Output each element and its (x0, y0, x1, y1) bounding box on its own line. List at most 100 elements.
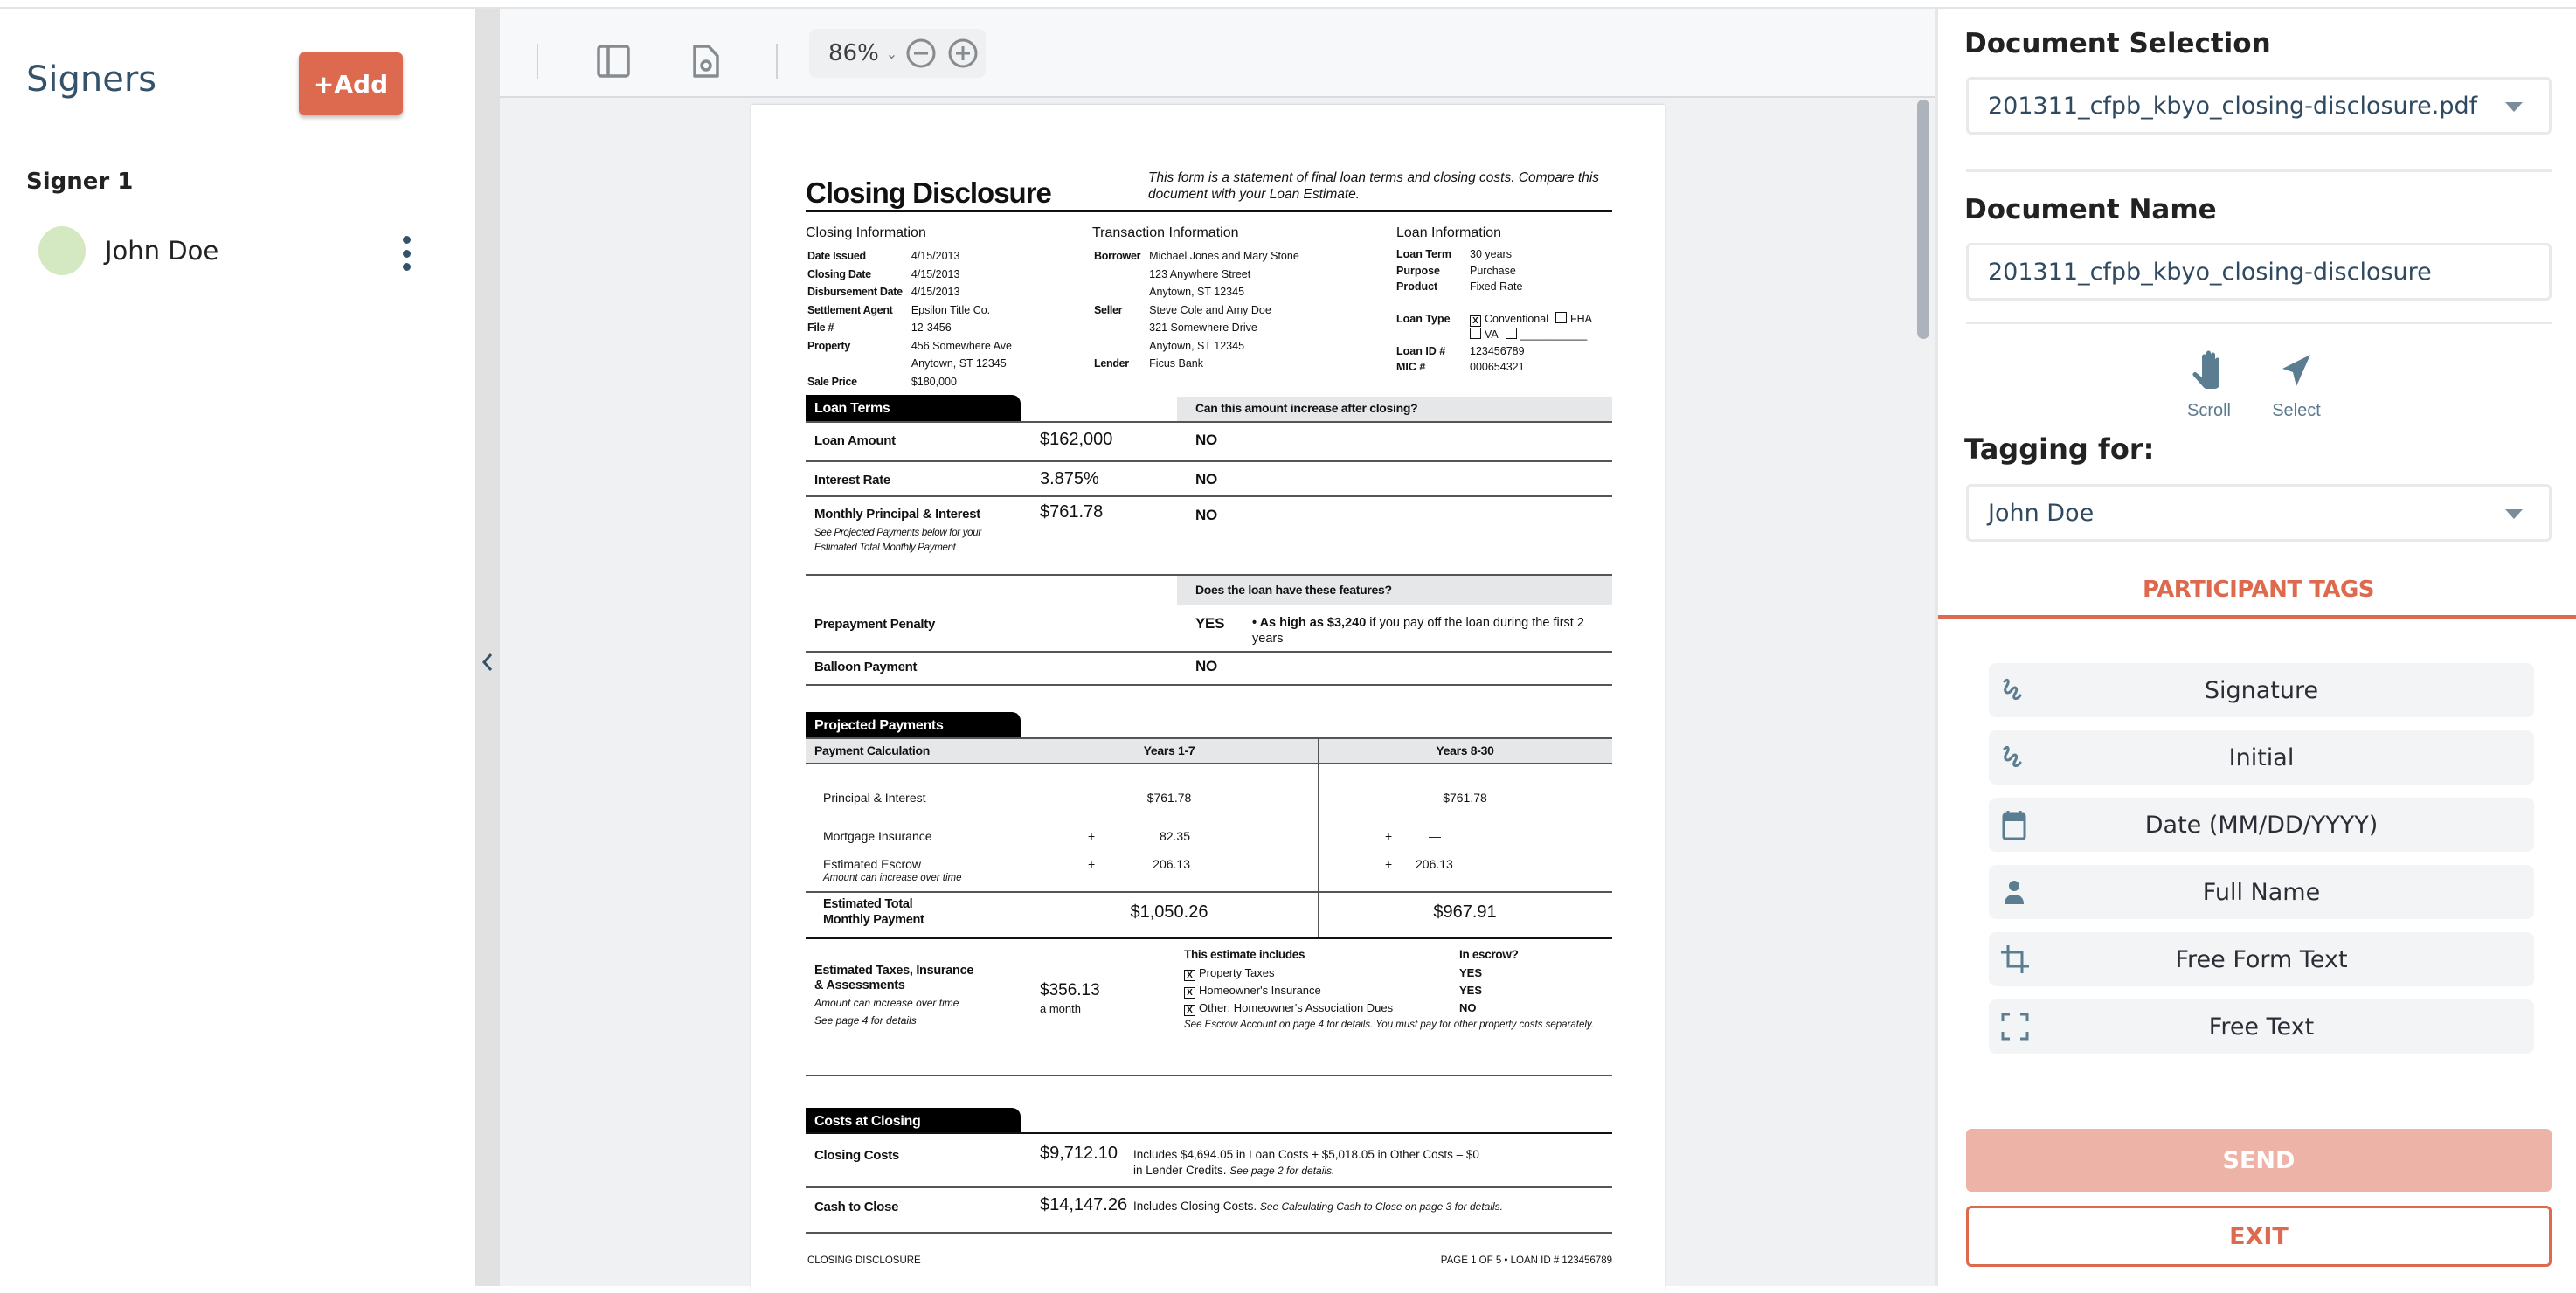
info-row: Anytown, ST 12345 (807, 356, 1012, 372)
balloon-answer: NO (1195, 658, 1217, 674)
dropdown-caret-icon (2505, 102, 2523, 112)
tag-full-name[interactable]: Full Name (1989, 865, 2534, 919)
info-key (1094, 284, 1147, 301)
interest-rate-label: Interest Rate (814, 473, 890, 487)
checkbox-icon (1470, 328, 1481, 339)
exit-button[interactable]: EXIT (1966, 1206, 2552, 1267)
mi-value-2: — (1429, 829, 1441, 843)
document-name-input[interactable]: 201311_cfpb_kbyo_closing-disclosure (1966, 243, 2552, 301)
info-row: Sale Price $180,000 (807, 374, 1012, 391)
chevron-down-icon: ⌄ (885, 45, 898, 62)
in-escrow-value: YES (1459, 984, 1483, 997)
document-settings-icon[interactable] (687, 42, 725, 80)
info-value: Ficus Bank (1149, 357, 1204, 370)
participant-tags-tab[interactable]: PARTICIPANT TAGS (1938, 577, 2576, 603)
tag-initial[interactable]: Initial (1989, 730, 2534, 785)
cash-to-close-value: $14,147.26 (1040, 1195, 1128, 1214)
loan-type-option: FHA (1555, 311, 1592, 325)
zoom-out-icon[interactable] (905, 38, 937, 69)
includes-item-label: Other: Homeowner's Association Dues (1199, 1001, 1394, 1014)
rule (806, 937, 1612, 939)
title-rule (806, 210, 1612, 212)
product-key: Product (1396, 280, 1438, 293)
monthly-pi-label: Monthly Principal & Interest (814, 507, 980, 522)
crop-icon (2001, 945, 2029, 973)
tag-label: Free Text (2208, 1013, 2315, 1041)
zoom-select[interactable]: 86% ⌄ (828, 40, 897, 66)
select-mode-button[interactable]: Select (2261, 349, 2331, 421)
pi-label: Principal & Interest (823, 791, 926, 805)
info-key (1094, 266, 1147, 283)
initial-icon (2003, 745, 2022, 768)
escrow-label: Estimated Escrow (823, 857, 922, 871)
tag-date[interactable]: Date (MM/DD/YYYY) (1989, 798, 2534, 852)
viewer-scrollbar[interactable] (1917, 100, 1929, 339)
escrow-value-2: 206.13 (1416, 857, 1453, 871)
loan-amount-value: $162,000 (1040, 430, 1113, 449)
info-key: Seller (1094, 303, 1123, 316)
rule (806, 1232, 1612, 1234)
prepayment-detail-bold: • As high as $3,240 (1252, 616, 1367, 630)
more-options-icon[interactable] (400, 236, 412, 271)
info-row: Anytown, ST 12345 (1094, 338, 1299, 355)
loan-type-key: Loan Type (1396, 312, 1451, 325)
plus-sign: + (1385, 857, 1393, 871)
info-value: 4/15/2013 (911, 250, 960, 262)
checkbox-icon (1505, 328, 1517, 339)
includes-note: See Escrow Account on page 4 for details… (1184, 1020, 1594, 1030)
tagging-for-select[interactable]: John Doe (1966, 484, 2552, 542)
prepayment-detail: • As high as $3,240 if you pay off the l… (1252, 615, 1610, 646)
info-value: 456 Somewhere Ave (911, 339, 1012, 352)
monthly-pi-note: See Projected Payments below for your Es… (814, 528, 981, 553)
zoom-in-icon[interactable] (947, 38, 979, 69)
send-button[interactable]: SEND (1966, 1129, 2552, 1192)
select-mode-label: Select (2272, 401, 2321, 420)
chevron-left-icon[interactable] (475, 636, 500, 688)
zoom-controls: 86% ⌄ (809, 29, 986, 78)
tag-free-form-text[interactable]: Free Form Text (1989, 932, 2534, 986)
pdf-viewer: 86% ⌄ Closing Disclosure This form is a s… (500, 9, 1935, 1293)
loan-id-value: 123456789 (1470, 344, 1525, 357)
purpose-key: Purpose (1396, 264, 1441, 277)
app: Signers +Add Signer 1 John Doe 86% ⌄ Clo… (0, 0, 2576, 1293)
dropdown-caret-icon (2505, 509, 2523, 519)
tag-signature[interactable]: Signature (1989, 663, 2534, 717)
info-key: Disbursement Date (807, 286, 903, 298)
total-label-2: Monthly Payment (823, 913, 924, 927)
tag-free-text[interactable]: Free Text (1989, 999, 2534, 1054)
document-select-value: 201311_cfpb_kbyo_closing-disclosure.pdf (1988, 92, 2478, 120)
info-value: 321 Somewhere Drive (1149, 322, 1257, 334)
rule (806, 1186, 1612, 1188)
total-value-2: $967.91 (1433, 902, 1497, 922)
loan-term-key: Loan Term (1396, 248, 1451, 260)
document-select[interactable]: 201311_cfpb_kbyo_closing-disclosure.pdf (1966, 77, 2552, 135)
includes-item-label: Property Taxes (1199, 966, 1275, 979)
checkbox-icon (1555, 311, 1567, 323)
projected-payments-tab: Projected Payments (806, 712, 1021, 738)
tia-note-1: Amount can increase over time (814, 997, 959, 1009)
zoom-value: 86% (828, 40, 879, 66)
signer-item[interactable]: John Doe (35, 218, 437, 283)
doc-name-label: Document Name (1964, 194, 2217, 225)
avatar (38, 226, 86, 275)
rule (806, 1075, 1612, 1076)
tag-label: Signature (2204, 676, 2319, 704)
sidebar-toggle-icon[interactable] (594, 42, 633, 80)
tag-label: Date (MM/DD/YYYY) (2144, 811, 2379, 839)
person-icon (2005, 881, 2024, 904)
document-intro: This form is a statement of final loan t… (1148, 170, 1600, 202)
years-1-7-header: Years 1-7 (1143, 743, 1195, 757)
closing-costs-label: Closing Costs (814, 1148, 899, 1163)
loan-type-option: VA (1470, 328, 1499, 341)
mi-value-1: 82.35 (1159, 829, 1190, 843)
rule (806, 891, 1612, 893)
viewer-toolbar: 86% ⌄ (500, 9, 1935, 98)
tag-label: Initial (2228, 743, 2295, 771)
tagging-for-label: Tagging for: (1964, 432, 2155, 466)
checkbox-icon: X (1470, 315, 1481, 327)
costs-at-closing-tab: Costs at Closing (806, 1108, 1021, 1134)
toolbar-divider (537, 44, 538, 79)
add-signer-button[interactable]: +Add (299, 52, 403, 115)
scroll-mode-button[interactable]: Scroll (2174, 349, 2244, 421)
mic-value: 000654321 (1470, 361, 1525, 373)
